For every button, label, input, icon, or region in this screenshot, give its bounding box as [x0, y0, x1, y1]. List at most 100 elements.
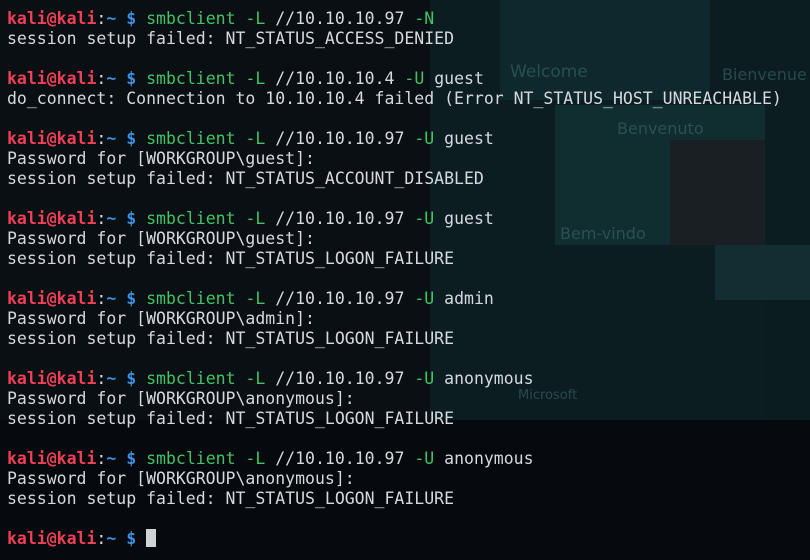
prompt-symbol: $ — [126, 129, 137, 148]
prompt-path: ~ — [106, 529, 117, 548]
output-text: session setup failed: NT_STATUS_LOGON_FA… — [7, 489, 455, 508]
command-flag: -L — [245, 369, 266, 388]
command-flag: -U — [414, 449, 435, 468]
command-line: kali@kali:~ $ smbclient -L //10.10.10.97… — [7, 449, 782, 469]
output-line: session setup failed: NT_STATUS_LOGON_FA… — [7, 409, 782, 429]
command-flag: -U — [404, 69, 425, 88]
command-line: kali@kali:~ $ smbclient -L //10.10.10.97… — [7, 129, 782, 149]
output-text: Password for [WORKGROUP\anonymous]: — [7, 389, 355, 408]
command-user-arg: anonymous — [444, 369, 534, 388]
output-line: Password for [WORKGROUP\anonymous]: — [7, 469, 782, 489]
output-line: session setup failed: NT_STATUS_LOGON_FA… — [7, 329, 782, 349]
prompt-user: kali@kali — [7, 449, 97, 468]
prompt-colon: : — [96, 209, 107, 228]
prompt-user: kali@kali — [7, 129, 97, 148]
command-name: smbclient — [146, 209, 236, 228]
command-name: smbclient — [146, 69, 236, 88]
command-target: //10.10.10.4 — [275, 69, 395, 88]
command-flag: -L — [245, 69, 266, 88]
prompt-user: kali@kali — [7, 289, 97, 308]
command-name: smbclient — [146, 9, 236, 28]
output-text: Password for [WORKGROUP\guest]: — [7, 149, 315, 168]
prompt-symbol: $ — [126, 289, 137, 308]
prompt-path: ~ — [106, 369, 117, 388]
command-user-arg: guest — [444, 209, 494, 228]
command-name: smbclient — [146, 369, 236, 388]
prompt-path: ~ — [106, 9, 117, 28]
prompt-user: kali@kali — [7, 9, 97, 28]
prompt-user: kali@kali — [7, 69, 97, 88]
prompt-user: kali@kali — [7, 369, 97, 388]
output-line: session setup failed: NT_STATUS_LOGON_FA… — [7, 489, 782, 509]
prompt-path: ~ — [106, 289, 117, 308]
command-line: kali@kali:~ $ smbclient -L //10.10.10.4 … — [7, 69, 782, 89]
terminal-output: kali@kali:~ $ smbclient -L //10.10.10.97… — [7, 9, 782, 549]
command-target: //10.10.10.97 — [275, 209, 405, 228]
output-line: Password for [WORKGROUP\admin]: — [7, 309, 782, 329]
prompt-user: kali@kali — [7, 529, 97, 548]
output-line: session setup failed: NT_STATUS_LOGON_FA… — [7, 249, 782, 269]
output-line: session setup failed: NT_STATUS_ACCOUNT_… — [7, 169, 782, 189]
command-flag: -L — [245, 289, 266, 308]
command-user-arg: guest — [444, 129, 494, 148]
prompt-path: ~ — [106, 449, 117, 468]
output-text: Password for [WORKGROUP\admin]: — [7, 309, 315, 328]
prompt-path: ~ — [106, 69, 117, 88]
output-text: Password for [WORKGROUP\guest]: — [7, 229, 315, 248]
output-text: session setup failed: NT_STATUS_ACCOUNT_… — [7, 169, 484, 188]
prompt-colon: : — [96, 369, 107, 388]
prompt-colon: : — [96, 129, 107, 148]
output-text: session setup failed: NT_STATUS_ACCESS_D… — [7, 29, 455, 48]
prompt-colon: : — [96, 529, 107, 548]
command-flag: -U — [414, 289, 435, 308]
output-line: Password for [WORKGROUP\guest]: — [7, 149, 782, 169]
command-user-arg: guest — [434, 69, 484, 88]
prompt-user: kali@kali — [7, 209, 97, 228]
command-flag: -U — [414, 129, 435, 148]
command-flag: -L — [245, 449, 266, 468]
command-line: kali@kali:~ $ smbclient -L //10.10.10.97… — [7, 289, 782, 309]
prompt-colon: : — [96, 69, 107, 88]
prompt-path: ~ — [106, 209, 117, 228]
command-flag: -N — [414, 9, 435, 28]
command-target: //10.10.10.97 — [275, 369, 405, 388]
output-line: Password for [WORKGROUP\anonymous]: — [7, 389, 782, 409]
prompt-symbol: $ — [126, 449, 137, 468]
text-cursor[interactable] — [146, 529, 157, 547]
prompt-colon: : — [96, 9, 107, 28]
prompt-symbol: $ — [126, 529, 137, 548]
prompt-symbol: $ — [126, 209, 137, 228]
command-flag: -L — [245, 209, 266, 228]
command-line: kali@kali:~ $ smbclient -L //10.10.10.97… — [7, 9, 782, 29]
command-target: //10.10.10.97 — [275, 129, 405, 148]
prompt-symbol: $ — [126, 9, 137, 28]
command-user-arg: anonymous — [444, 449, 534, 468]
command-line: kali@kali:~ $ smbclient -L //10.10.10.97… — [7, 369, 782, 389]
output-line: do_connect: Connection to 10.10.10.4 fai… — [7, 89, 782, 109]
output-text: session setup failed: NT_STATUS_LOGON_FA… — [7, 249, 455, 268]
command-target: //10.10.10.97 — [275, 289, 405, 308]
command-name: smbclient — [146, 129, 236, 148]
command-flag: -L — [245, 129, 266, 148]
command-flag: -U — [414, 209, 435, 228]
output-text: session setup failed: NT_STATUS_LOGON_FA… — [7, 329, 455, 348]
terminal-window[interactable]: Welcome Bienvenue Benvenuto Bem-vindo Mi… — [0, 0, 810, 560]
prompt-colon: : — [96, 449, 107, 468]
output-line: Password for [WORKGROUP\guest]: — [7, 229, 782, 249]
output-text: session setup failed: NT_STATUS_LOGON_FA… — [7, 409, 455, 428]
command-user-arg: admin — [444, 289, 494, 308]
prompt-path: ~ — [106, 129, 117, 148]
active-prompt-line[interactable]: kali@kali:~ $ — [7, 529, 782, 549]
command-target: //10.10.10.97 — [275, 449, 405, 468]
output-line: session setup failed: NT_STATUS_ACCESS_D… — [7, 29, 782, 49]
command-name: smbclient — [146, 289, 236, 308]
output-text: Password for [WORKGROUP\anonymous]: — [7, 469, 355, 488]
output-text: do_connect: Connection to 10.10.10.4 fai… — [7, 89, 782, 108]
